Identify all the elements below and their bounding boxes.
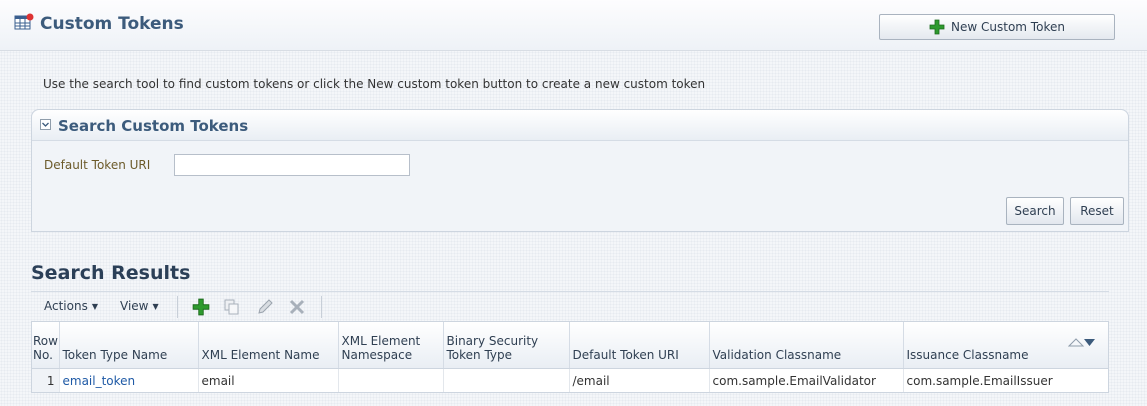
binary-security-token-type-cell xyxy=(443,368,570,392)
column-header-xml-element-namespace[interactable]: XML Element Namespace xyxy=(338,322,444,369)
view-menu[interactable]: View ▼ xyxy=(120,299,159,313)
actions-menu-label: Actions xyxy=(44,299,88,313)
new-custom-token-label: New Custom Token xyxy=(951,20,1065,34)
table-row[interactable]: 1 email_token email /email com.sample.Em… xyxy=(32,368,1108,392)
issuance-classname-cell: com.sample.EmailIssuer xyxy=(903,368,1108,392)
chevron-down-icon: ▼ xyxy=(152,301,159,311)
reset-button[interactable]: Reset xyxy=(1070,197,1124,225)
column-header-binary-security-token-type[interactable]: Binary Security Token Type xyxy=(443,322,570,369)
token-type-name-cell: email_token xyxy=(59,368,199,392)
new-custom-token-button[interactable]: New Custom Token xyxy=(879,14,1115,40)
default-token-uri-input[interactable] xyxy=(174,154,410,176)
token-type-name-link[interactable]: email_token xyxy=(63,374,136,388)
view-menu-label: View xyxy=(120,299,149,313)
table-icon xyxy=(14,13,34,31)
page-title: Custom Tokens xyxy=(40,14,184,34)
search-panel-title: Search Custom Tokens xyxy=(58,117,249,135)
column-header-default-token-uri[interactable]: Default Token URI xyxy=(569,322,710,369)
column-header-issuance-classname[interactable]: Issuance Classname xyxy=(903,322,1108,369)
collapse-icon[interactable] xyxy=(40,119,51,130)
toolbar-divider xyxy=(321,296,322,318)
row-number: 1 xyxy=(32,368,60,392)
column-header-xml-element-name[interactable]: XML Element Name xyxy=(198,322,339,369)
search-results-title: Search Results xyxy=(31,262,191,284)
search-button[interactable]: Search xyxy=(1006,197,1064,225)
delete-icon[interactable] xyxy=(287,297,307,317)
page-header: Custom Tokens New Custom Token xyxy=(0,0,1147,51)
add-icon xyxy=(929,19,945,35)
edit-icon[interactable] xyxy=(255,297,275,317)
default-token-uri-label: Default Token URI xyxy=(44,158,151,172)
column-header-row-no[interactable]: Row No. xyxy=(32,322,60,369)
results-table: Row No. Token Type Name XML Element Name … xyxy=(31,321,1109,393)
duplicate-icon[interactable] xyxy=(222,297,242,317)
add-icon[interactable] xyxy=(191,297,211,317)
validation-classname-cell: com.sample.EmailValidator xyxy=(709,368,904,392)
chevron-down-icon: ▼ xyxy=(91,301,98,311)
column-header-validation-classname[interactable]: Validation Classname xyxy=(709,322,904,369)
actions-menu[interactable]: Actions ▼ xyxy=(44,299,98,313)
table-header-row: Row No. Token Type Name XML Element Name … xyxy=(32,322,1108,369)
xml-element-namespace-cell xyxy=(338,368,444,392)
results-toolbar: Actions ▼ View ▼ xyxy=(31,291,1109,322)
search-panel: Search Custom Tokens Default Token URI S… xyxy=(31,109,1129,232)
search-panel-header[interactable]: Search Custom Tokens xyxy=(32,110,1128,141)
instructions-text: Use the search tool to find custom token… xyxy=(43,77,706,91)
sort-icon[interactable] xyxy=(1067,337,1096,347)
xml-element-name-cell: email xyxy=(198,368,339,392)
column-header-token-type-name[interactable]: Token Type Name xyxy=(59,322,199,369)
toolbar-divider xyxy=(177,296,178,318)
default-token-uri-cell: /email xyxy=(569,368,710,392)
